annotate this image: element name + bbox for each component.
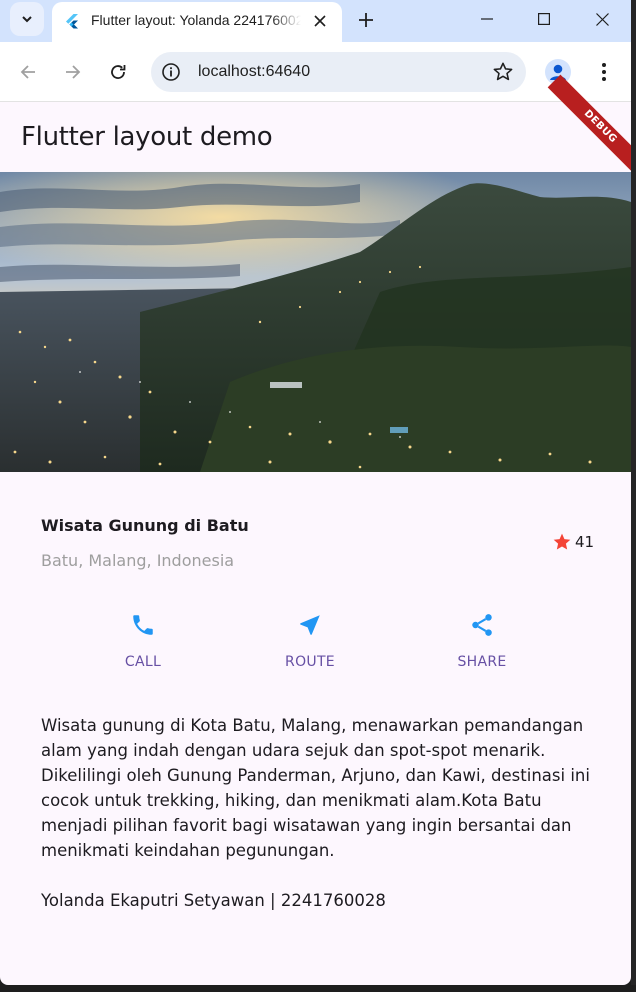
maximize-button[interactable] xyxy=(515,0,573,38)
browser-window: Flutter layout: Yolanda 2241760028 local… xyxy=(0,0,631,985)
plus-icon xyxy=(359,13,373,27)
call-button[interactable]: CALL xyxy=(83,610,203,676)
close-icon xyxy=(595,12,609,26)
minimize-icon xyxy=(481,18,493,20)
url-text[interactable]: localhost:64640 xyxy=(198,63,310,81)
browser-tab[interactable]: Flutter layout: Yolanda 2241760028 xyxy=(52,2,342,42)
browser-toolbar: localhost:64640 xyxy=(0,42,631,102)
arrow-left-icon xyxy=(20,65,35,79)
background-window-edge-bottom xyxy=(0,985,636,992)
back-button[interactable] xyxy=(12,56,44,88)
new-tab-button[interactable] xyxy=(352,6,380,34)
title-section: Wisata Gunung di Batu Batu, Malang, Indo… xyxy=(0,472,631,592)
tab-strip: Flutter layout: Yolanda 2241760028 xyxy=(0,0,631,42)
maximize-icon xyxy=(538,13,550,25)
text-section: Wisata gunung di Kota Batu, Malang, mena… xyxy=(41,713,601,913)
rating: 41 xyxy=(552,532,594,552)
minimize-button[interactable] xyxy=(458,0,516,38)
button-section: CALL ROUTE SHARE xyxy=(0,610,631,680)
tab-close-button[interactable] xyxy=(310,11,330,31)
phone-icon xyxy=(133,615,153,635)
app-title: Flutter layout demo xyxy=(21,122,273,152)
chevron-down-icon xyxy=(22,16,32,23)
star-icon xyxy=(553,533,571,550)
hero-image xyxy=(0,172,631,472)
place-name: Wisata Gunung di Batu xyxy=(41,516,249,535)
close-icon xyxy=(314,15,326,27)
call-label: CALL xyxy=(124,654,162,670)
tab-title: Flutter layout: Yolanda 2241760028 xyxy=(91,12,301,28)
author-text: Yolanda Ekaputri Setyawan | 2241760028 xyxy=(41,891,386,910)
description-text: Wisata gunung di Kota Batu, Malang, mena… xyxy=(41,716,590,860)
window-close-button[interactable] xyxy=(573,0,631,38)
share-label: SHARE xyxy=(457,654,507,670)
more-vert-icon xyxy=(602,63,606,81)
app-bar: Flutter layout demo DEBUG xyxy=(0,74,631,180)
tab-search-button[interactable] xyxy=(10,2,44,36)
background-window-edge xyxy=(631,0,636,992)
flutter-logo-icon xyxy=(66,14,78,29)
share-button[interactable]: SHARE xyxy=(422,610,542,676)
reload-icon xyxy=(111,65,126,79)
rating-count: 41 xyxy=(575,533,595,551)
near-me-icon xyxy=(300,615,320,635)
reload-button[interactable] xyxy=(102,56,134,88)
route-label: ROUTE xyxy=(285,654,335,670)
route-button[interactable]: ROUTE xyxy=(250,610,370,676)
bookmark-star-icon[interactable] xyxy=(492,61,514,83)
browser-menu-button[interactable] xyxy=(590,57,618,87)
mountain-landscape-image xyxy=(0,172,631,472)
address-bar[interactable]: localhost:64640 xyxy=(151,52,526,92)
site-info-icon[interactable] xyxy=(161,62,181,82)
share-icon xyxy=(472,614,492,636)
forward-button[interactable] xyxy=(57,56,89,88)
arrow-right-icon xyxy=(66,65,81,79)
place-location: Batu, Malang, Indonesia xyxy=(41,551,235,570)
